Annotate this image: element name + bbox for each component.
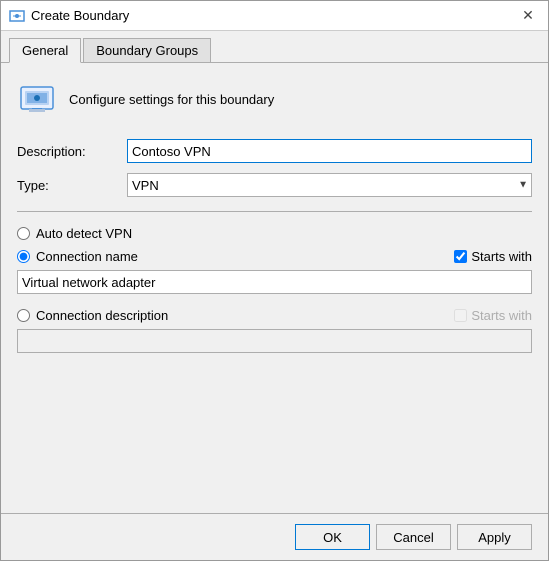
connection-name-radio[interactable]	[17, 250, 30, 263]
connection-desc-left: Connection description	[17, 308, 168, 323]
type-row: Type: VPN IP range Active Directory site…	[17, 173, 532, 197]
create-boundary-dialog: Create Boundary ✕ General Boundary Group…	[0, 0, 549, 561]
cancel-button[interactable]: Cancel	[376, 524, 451, 550]
tab-content: Configure settings for this boundary Des…	[1, 63, 548, 513]
ok-button[interactable]: OK	[295, 524, 370, 550]
tab-boundary-groups[interactable]: Boundary Groups	[83, 38, 211, 63]
type-label: Type:	[17, 178, 127, 193]
connection-name-header-row: Connection name Starts with	[17, 249, 532, 264]
starts-with-wrapper: Starts with	[454, 249, 532, 264]
description-label: Description:	[17, 144, 127, 159]
dialog-title: Create Boundary	[31, 8, 129, 23]
connection-name-input[interactable]	[17, 270, 532, 294]
dialog-icon	[9, 8, 25, 24]
starts-with-checkbox[interactable]	[454, 250, 467, 263]
starts-with-desc-checkbox[interactable]	[454, 309, 467, 322]
starts-with-disabled-wrapper: Starts with	[454, 308, 532, 323]
boundary-icon	[17, 79, 57, 119]
connection-desc-label[interactable]: Connection description	[36, 308, 168, 323]
connection-desc-radio[interactable]	[17, 309, 30, 322]
title-bar: Create Boundary ✕	[1, 1, 548, 31]
type-select[interactable]: VPN IP range Active Directory site IPv6 …	[127, 173, 532, 197]
auto-detect-row: Auto detect VPN	[17, 226, 532, 241]
type-select-wrapper: VPN IP range Active Directory site IPv6 …	[127, 173, 532, 197]
auto-detect-label[interactable]: Auto detect VPN	[36, 226, 132, 241]
close-button[interactable]: ✕	[516, 4, 540, 28]
apply-button[interactable]: Apply	[457, 524, 532, 550]
connection-desc-input[interactable]	[17, 329, 532, 353]
header-row: Configure settings for this boundary	[17, 79, 532, 119]
connection-name-label[interactable]: Connection name	[36, 249, 138, 264]
starts-with-label[interactable]: Starts with	[471, 249, 532, 264]
title-bar-left: Create Boundary	[9, 8, 129, 24]
auto-detect-radio[interactable]	[17, 227, 30, 240]
starts-with-desc-label: Starts with	[471, 308, 532, 323]
tab-bar: General Boundary Groups	[1, 31, 548, 63]
connection-name-left: Connection name	[17, 249, 138, 264]
description-input[interactable]	[127, 139, 532, 163]
separator	[17, 211, 532, 212]
configure-text: Configure settings for this boundary	[69, 92, 274, 107]
footer: OK Cancel Apply	[1, 513, 548, 560]
connection-desc-header-row: Connection description Starts with	[17, 308, 532, 323]
tab-general[interactable]: General	[9, 38, 81, 63]
description-row: Description:	[17, 139, 532, 163]
